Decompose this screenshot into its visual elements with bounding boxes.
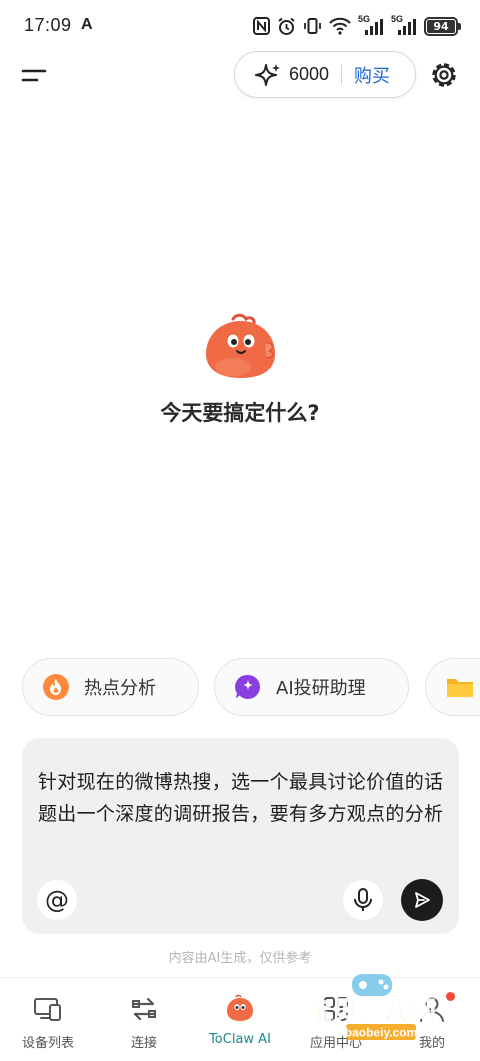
tab-label: 设备列表 (21, 1036, 74, 1051)
sparkle-bubble-icon (235, 674, 260, 699)
status-icons: 5G 5G 94 (253, 14, 461, 38)
ai-disclaimer: 内容由AI生成，仅供参考 (168, 951, 312, 966)
wifi-icon (329, 17, 351, 35)
send-icon (415, 892, 430, 908)
mention-button[interactable]: @ (37, 880, 77, 920)
tab-connect[interactable]: 连接 (96, 978, 192, 1061)
tab-device-list[interactable]: 设备列表 (0, 978, 96, 1061)
alarm-icon (278, 17, 295, 35)
carrier-icon: A (81, 16, 93, 33)
status-bar: 17:09 A 5G 5G 94 (0, 0, 480, 52)
credits-pill[interactable]: 6000 购买 (234, 51, 416, 98)
voice-input-button[interactable] (343, 880, 383, 920)
suggestion-chip-hot-topics[interactable]: 热点分析 (22, 658, 199, 716)
flame-icon (43, 674, 69, 700)
transfer-arrows-icon (131, 997, 157, 1021)
suggestion-chip-label: 热点分析 (84, 678, 156, 699)
nfc-icon (253, 17, 270, 35)
folder-icon (447, 679, 473, 697)
page-title: 今天要搞定什么? (160, 401, 320, 425)
chat-input-card: 针对现在的微博热搜，选一个最具讨论价值的话题出一个深度的调研报告，要有多方观点的… (22, 738, 459, 934)
battery-level: 94 (433, 19, 449, 33)
microphone-icon (354, 888, 372, 911)
cellular-signal-icon: 5G (391, 14, 417, 36)
message-input[interactable]: 针对现在的微博热搜，选一个最具讨论价值的话题出一个深度的调研报告，要有多方观点的… (38, 766, 448, 830)
watermark-title: 宝贝游戏网 (306, 996, 436, 1027)
suggestion-chip-label: AI投研助理 (276, 678, 366, 699)
mascot-icon (206, 313, 275, 378)
pill-divider (341, 64, 343, 85)
buy-button[interactable]: 购买 (354, 62, 390, 88)
credits-count: 6000 (289, 64, 330, 84)
suggestion-chip-ai-research[interactable]: AI投研助理 (214, 658, 409, 716)
cellular-signal-icon: 5G (358, 14, 384, 36)
suggestion-chips: 热点分析 AI投研助理 (22, 658, 480, 716)
watermark-url: baobeiy.com (345, 1026, 417, 1040)
settings-gear-icon[interactable] (428, 59, 460, 91)
menu-icon[interactable] (18, 64, 50, 88)
sparkle-icon (255, 63, 280, 86)
site-watermark: 宝贝游戏网 baobeiy.com (306, 974, 437, 1040)
vibrate-icon (304, 18, 321, 34)
send-button[interactable] (401, 879, 443, 921)
status-time: 17:09 (24, 15, 72, 35)
at-icon: @ (45, 886, 69, 914)
mascot-icon (227, 994, 253, 1021)
suggestion-chip-files[interactable] (425, 658, 480, 716)
tab-toclaw-ai[interactable]: ToClaw AI (192, 978, 288, 1061)
battery-icon: 94 (424, 16, 461, 36)
tab-label: 连接 (130, 1036, 157, 1051)
devices-icon (34, 998, 61, 1021)
tab-label: ToClaw AI (209, 1032, 271, 1047)
